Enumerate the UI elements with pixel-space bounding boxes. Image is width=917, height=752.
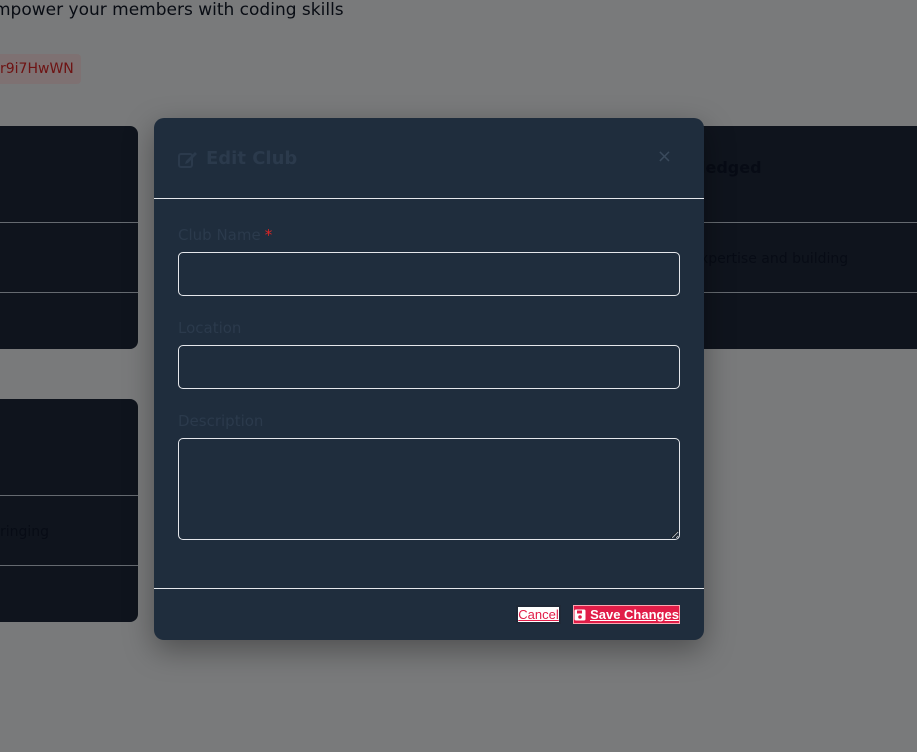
club-name-label: Club Name * — [178, 226, 272, 244]
edit-club-modal: Edit Club × Club Name * Location Descript… — [154, 118, 704, 640]
location-label: Location — [178, 319, 242, 337]
save-changes-button[interactable]: Save Changes — [573, 605, 680, 624]
modal-title-text: Edit Club — [206, 148, 298, 169]
location-input[interactable] — [178, 345, 680, 389]
save-changes-label: Save Changes — [590, 607, 679, 622]
required-mark: * — [264, 226, 273, 244]
club-name-input[interactable] — [178, 252, 680, 296]
club-name-label-text: Club Name — [178, 226, 261, 244]
description-textarea[interactable] — [178, 438, 680, 540]
description-label: Description — [178, 412, 264, 430]
close-icon[interactable]: × — [657, 146, 672, 167]
floppy-disk-icon — [574, 609, 586, 621]
edit-icon — [178, 150, 198, 168]
cancel-button[interactable]: Cancel — [516, 605, 561, 624]
modal-footer — [154, 588, 704, 589]
modal-header: Edit Club × — [154, 118, 704, 199]
modal-title: Edit Club — [178, 148, 297, 169]
